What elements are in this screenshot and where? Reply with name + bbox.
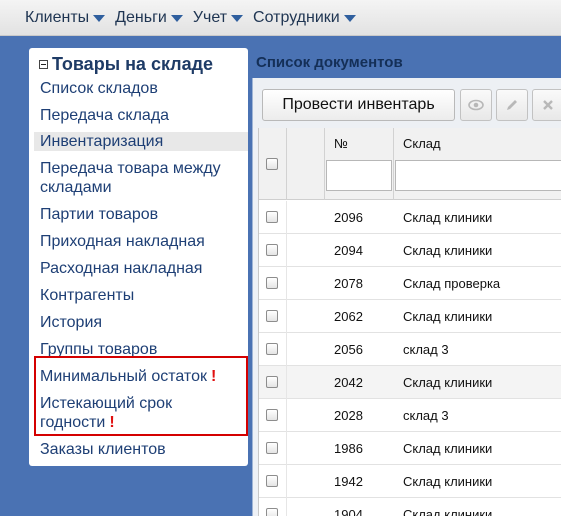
sidebar-title[interactable]: Товары на складе (39, 54, 213, 75)
conduct-inventory-button[interactable]: Провести инвентарь (262, 89, 455, 121)
menu-accounting-label: Учет (192, 8, 228, 26)
row-checkbox[interactable] (266, 343, 278, 355)
documents-toolbar: Провести инвентарь (253, 78, 561, 128)
close-icon[interactable] (532, 89, 561, 121)
cell-warehouse: Склад клиники (403, 243, 493, 258)
cell-warehouse: Склад клиники (403, 309, 493, 324)
documents-title: Список документов (256, 54, 403, 71)
warehouse-filter-input[interactable] (395, 160, 561, 191)
table-row[interactable]: 2094 Склад клиники (259, 234, 561, 267)
row-checkbox[interactable] (266, 277, 278, 289)
menu-money[interactable]: Деньги (115, 9, 183, 27)
row-checkbox[interactable] (266, 376, 278, 388)
cell-number: 1942 (334, 474, 363, 489)
sidebar-item-goods-transfer[interactable]: Передача товара между складами (40, 159, 245, 197)
sidebar-item-warehouse-transfer[interactable]: Передача склада (40, 106, 169, 125)
sidebar-item-history[interactable]: История (40, 313, 102, 332)
menu-staff-label: Сотрудники (253, 8, 340, 26)
cell-number: 2028 (334, 408, 363, 423)
table-row[interactable]: 2078 Склад проверка (259, 267, 561, 300)
chevron-down-icon (93, 15, 106, 22)
highlight-annotation (34, 356, 248, 436)
row-checkbox[interactable] (266, 508, 278, 516)
column-divider (286, 128, 287, 200)
row-checkbox[interactable] (266, 442, 278, 454)
cell-warehouse: Склад клиники (403, 507, 493, 516)
row-checkbox[interactable] (266, 244, 278, 256)
grid-header: № Склад (259, 128, 561, 200)
column-divider (286, 267, 287, 300)
table-row[interactable]: 2056 склад 3 (259, 333, 561, 366)
column-divider (286, 201, 287, 234)
column-divider (286, 234, 287, 267)
sidebar-item-warehouses[interactable]: Список складов (40, 79, 158, 98)
column-divider (286, 432, 287, 465)
column-divider (286, 300, 287, 333)
table-row[interactable]: 1904 Склад клиники (259, 498, 561, 516)
cell-warehouse: склад 3 (403, 408, 449, 423)
sidebar-item-inventory[interactable]: Инвентаризация (34, 132, 248, 151)
column-divider (286, 399, 287, 432)
documents-panel: Провести инвентарь № Склад 2096 Склад кл… (252, 78, 561, 516)
cell-number: 2078 (334, 276, 363, 291)
cell-warehouse: Склад клиники (403, 210, 493, 225)
column-divider (286, 366, 287, 399)
column-header-number[interactable]: № (334, 136, 348, 151)
chevron-down-icon (231, 15, 244, 22)
cell-number: 1986 (334, 441, 363, 456)
cell-warehouse: склад 3 (403, 342, 449, 357)
menu-clients-label: Клиенты (25, 8, 90, 26)
column-divider (286, 333, 287, 366)
sidebar-item-receipt-invoice[interactable]: Приходная накладная (40, 232, 205, 251)
cell-warehouse: Склад клиники (403, 441, 493, 456)
menu-accounting[interactable]: Учет (192, 8, 244, 27)
menu-staff[interactable]: Сотрудники (253, 9, 356, 27)
number-filter-input[interactable] (326, 160, 392, 191)
table-row[interactable]: 2042 Склад клиники (259, 366, 561, 399)
cell-warehouse: Склад проверка (403, 276, 501, 291)
pencil-icon[interactable] (496, 89, 528, 121)
cell-number: 2096 (334, 210, 363, 225)
row-checkbox[interactable] (266, 409, 278, 421)
collapse-icon[interactable] (39, 60, 48, 69)
column-divider (393, 128, 394, 200)
cell-number: 2094 (334, 243, 363, 258)
row-checkbox[interactable] (266, 310, 278, 322)
select-all-checkbox[interactable] (266, 158, 278, 170)
sidebar-title-label: Товары на складе (52, 54, 214, 74)
row-checkbox[interactable] (266, 211, 278, 223)
menu-money-label: Деньги (115, 8, 167, 26)
sidebar-item-expense-invoice[interactable]: Расходная накладная (40, 259, 202, 278)
table-row[interactable]: 1942 Склад клиники (259, 465, 561, 498)
column-divider (286, 498, 287, 516)
sidebar-item-counterparties[interactable]: Контрагенты (40, 286, 134, 305)
table-row[interactable]: 1986 Склад клиники (259, 432, 561, 465)
column-header-warehouse[interactable]: Склад (403, 136, 441, 151)
sidebar-item-batches[interactable]: Партии товаров (40, 205, 158, 224)
column-divider (324, 128, 325, 200)
chevron-down-icon (170, 15, 183, 22)
column-divider (286, 465, 287, 498)
table-row[interactable]: 2028 склад 3 (259, 399, 561, 432)
table-row[interactable]: 2096 Склад клиники (259, 201, 561, 234)
cell-warehouse: Склад клиники (403, 474, 493, 489)
row-checkbox[interactable] (266, 475, 278, 487)
cell-number: 1904 (334, 507, 363, 516)
menu-clients[interactable]: Клиенты (25, 8, 106, 27)
cell-number: 2062 (334, 309, 363, 324)
chevron-down-icon (343, 15, 356, 22)
cell-number: 2056 (334, 342, 363, 357)
sidebar-item-client-orders[interactable]: Заказы клиентов (40, 440, 166, 459)
table-row[interactable]: 2062 Склад клиники (259, 300, 561, 333)
eye-icon[interactable] (460, 89, 492, 121)
cell-warehouse: Склад клиники (403, 375, 493, 390)
cell-number: 2042 (334, 375, 363, 390)
documents-grid: № Склад 2096 Склад клиники 2094 Склад кл… (258, 128, 561, 516)
top-menu-bar: Клиенты Деньги Учет Сотрудники (0, 0, 561, 36)
